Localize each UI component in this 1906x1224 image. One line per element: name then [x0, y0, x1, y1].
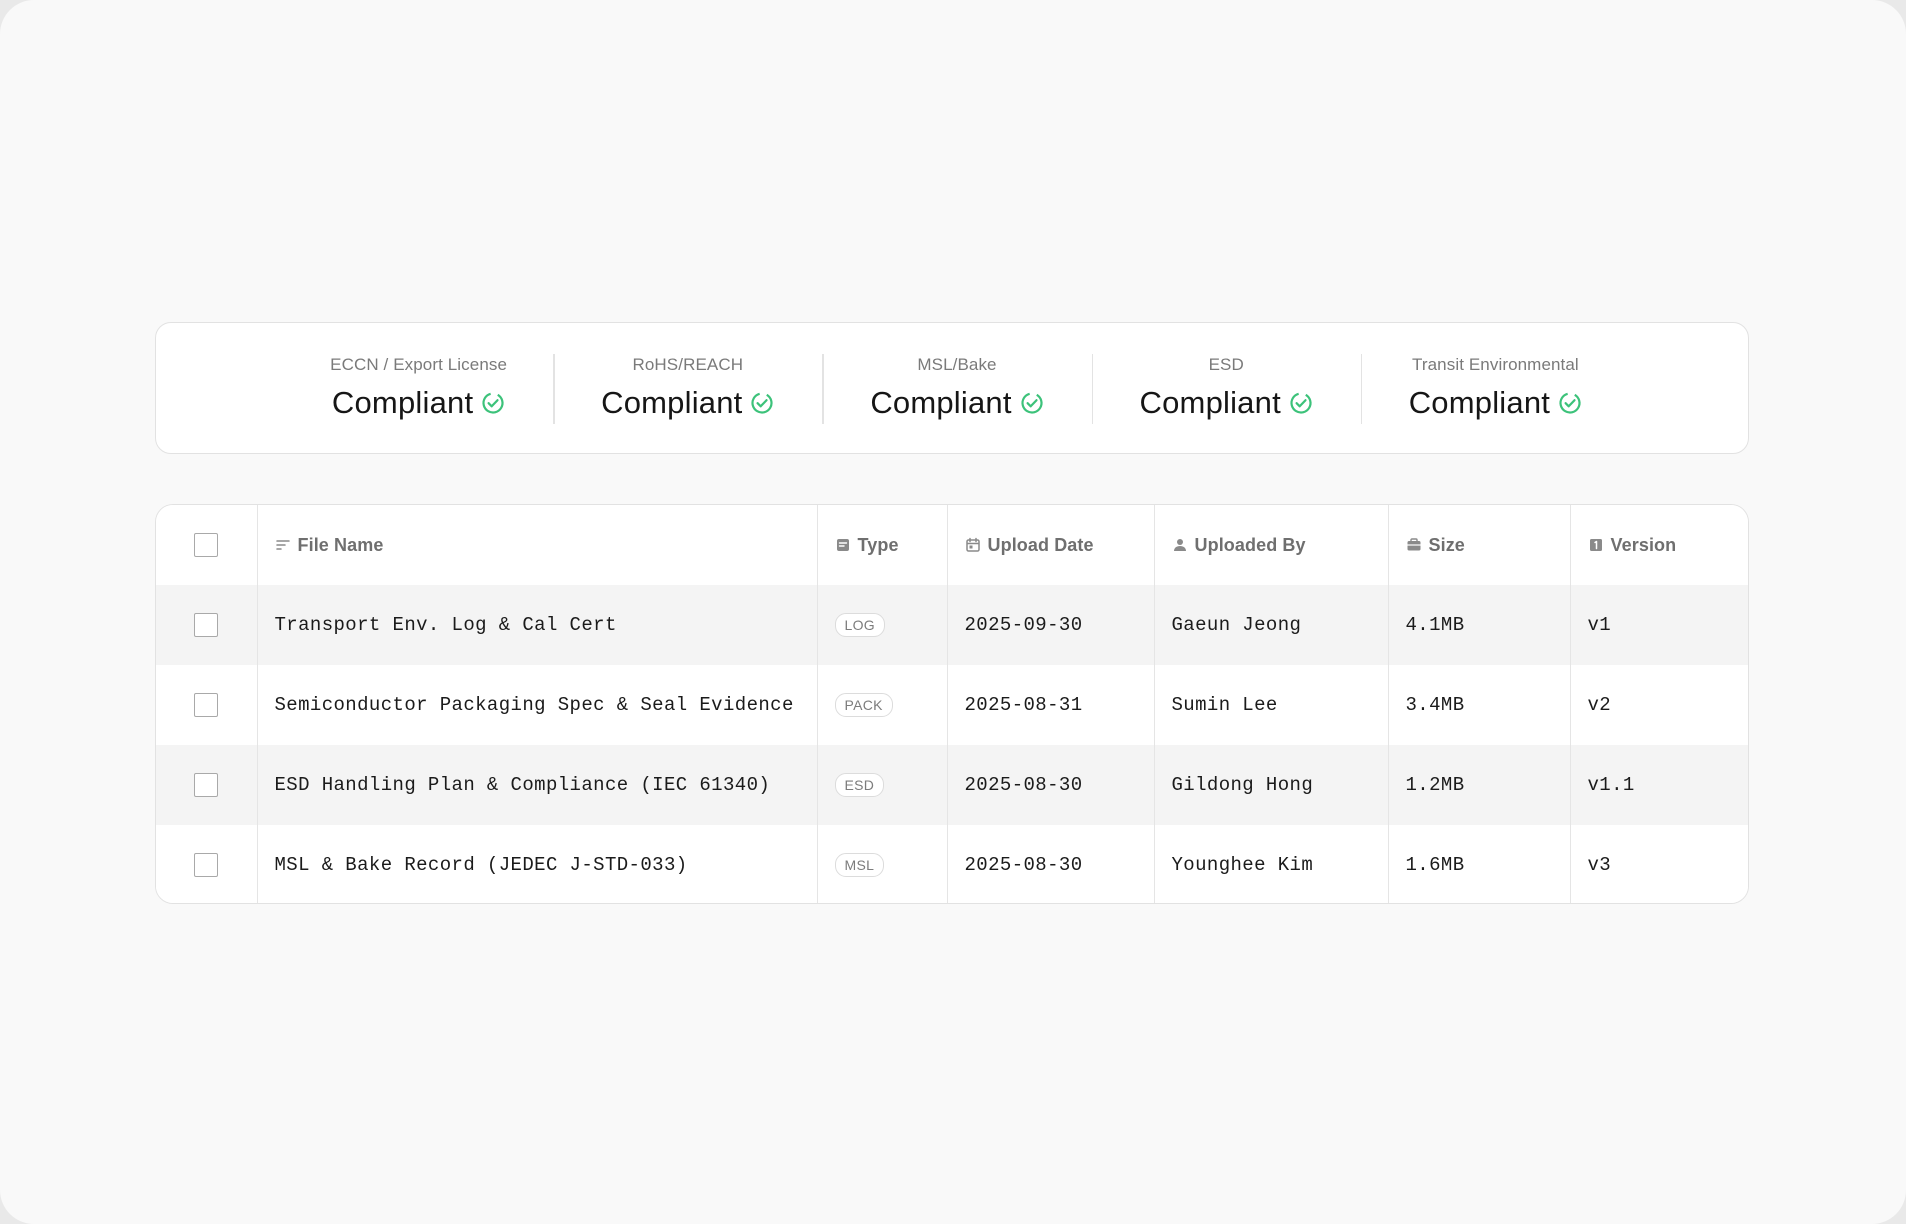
- check-circle-icon: [482, 392, 504, 414]
- size-cell: 1.6MB: [1388, 825, 1571, 903]
- type-cell: ESD: [817, 745, 948, 825]
- row-checkbox[interactable]: [194, 693, 219, 717]
- header-uploaded-by[interactable]: Uploaded By: [1154, 505, 1389, 585]
- header-version[interactable]: Version: [1570, 505, 1748, 585]
- version-cell: v3: [1587, 854, 1612, 876]
- upload-date-cell: 2025-08-30: [947, 745, 1155, 825]
- type-badge: MSL: [834, 853, 885, 877]
- type-cell: PACK: [817, 665, 948, 745]
- row-checkbox[interactable]: [194, 773, 219, 797]
- file-name-cell[interactable]: Semiconductor Packaging Spec & Seal Evid…: [257, 665, 818, 745]
- file-name-cell[interactable]: Transport Env. Log & Cal Cert: [257, 585, 818, 665]
- summary-status: Compliant: [870, 385, 1043, 421]
- summary-value: Compliant: [1408, 385, 1551, 420]
- table-row[interactable]: Transport Env. Log & Cal Cert LOG 2025-0…: [156, 585, 1748, 665]
- row-checkbox[interactable]: [194, 613, 219, 637]
- type-badge: LOG: [834, 613, 885, 637]
- size-cell: 4.1MB: [1388, 585, 1571, 665]
- table-row[interactable]: ESD Handling Plan & Compliance (IEC 6134…: [156, 745, 1748, 825]
- header-label: Type: [857, 534, 899, 555]
- sort-lines-icon: [275, 540, 290, 550]
- header-type[interactable]: Type: [817, 505, 948, 585]
- check-circle-icon: [751, 392, 774, 414]
- documents-table: File Name Type Upload Date Uploaded By S…: [156, 505, 1748, 903]
- summary-value: Compliant: [601, 385, 743, 420]
- summary-item-msl-bake: MSL/Bake Compliant: [822, 352, 1091, 424]
- version-cell: v2: [1587, 694, 1612, 716]
- version-number-icon: [1589, 539, 1602, 551]
- version-cell: v1.1: [1587, 774, 1635, 796]
- table-row[interactable]: Semiconductor Packaging Spec & Seal Evid…: [156, 665, 1748, 745]
- header-label: Size: [1428, 534, 1465, 555]
- type-cell: LOG: [817, 585, 948, 665]
- summary-label: RoHS/REACH: [632, 355, 744, 374]
- uploaded-by-cell: Sumin Lee: [1154, 665, 1389, 745]
- summary-status: Compliant: [1140, 385, 1313, 421]
- size-cell: 3.4MB: [1388, 665, 1571, 745]
- uploaded-by-cell: Gaeun Jeong: [1154, 585, 1389, 665]
- row-select-cell: [156, 585, 258, 665]
- user-icon: [1173, 539, 1186, 551]
- table-header-row: File Name Type Upload Date Uploaded By S…: [156, 505, 1748, 585]
- type-badge: ESD: [834, 773, 885, 797]
- file-name-cell[interactable]: MSL & Bake Record (JEDEC J-STD-033): [257, 825, 818, 903]
- file-name-cell[interactable]: ESD Handling Plan & Compliance (IEC 6134…: [257, 745, 818, 825]
- upload-date-cell: 2025-08-31: [947, 665, 1155, 745]
- upload-date-cell: 2025-08-30: [947, 825, 1155, 903]
- upload-date-cell: 2025-09-30: [947, 585, 1155, 665]
- header-label: Uploaded By: [1194, 534, 1306, 555]
- type-badge: PACK: [834, 693, 893, 717]
- table-row[interactable]: MSL & Bake Record (JEDEC J-STD-033) MSL …: [156, 825, 1748, 903]
- app-canvas: ECCN / Export License Compliant RoHS/REA…: [0, 0, 1906, 1224]
- check-circle-icon: [1290, 392, 1312, 414]
- select-all-checkbox[interactable]: [194, 533, 219, 557]
- summary-label: ESD: [1208, 355, 1244, 374]
- summary-value: Compliant: [331, 385, 474, 420]
- summary-item-transit-environmental: Transit Environmental Compliant: [1360, 352, 1630, 424]
- version-cell: v1: [1587, 614, 1612, 636]
- compliance-summary-card: ECCN / Export License Compliant RoHS/REA…: [155, 322, 1749, 454]
- summary-value: Compliant: [870, 385, 1012, 420]
- row-checkbox[interactable]: [194, 853, 219, 877]
- summary-label: Transit Environmental: [1412, 355, 1579, 374]
- summary-label: ECCN / Export License: [330, 355, 508, 374]
- size-cell: 1.2MB: [1388, 745, 1571, 825]
- row-select-cell: [156, 745, 258, 825]
- header-file-name[interactable]: File Name: [257, 505, 818, 585]
- header-size[interactable]: Size: [1388, 505, 1571, 585]
- calendar-icon: [965, 537, 980, 552]
- summary-label: MSL/Bake: [917, 355, 997, 374]
- summary-status: Compliant: [1409, 385, 1582, 421]
- summary-item-rohs-reach: RoHS/REACH Compliant: [553, 352, 822, 424]
- tag-doc-icon: [836, 539, 849, 551]
- summary-item-esd: ESD Compliant: [1091, 352, 1361, 424]
- row-select-cell: [156, 665, 258, 745]
- header-select-cell: [156, 505, 258, 585]
- uploaded-by-cell: Younghee Kim: [1154, 825, 1389, 903]
- summary-status: Compliant: [332, 385, 505, 421]
- header-label: Upload Date: [987, 534, 1094, 555]
- header-label: Version: [1610, 534, 1677, 555]
- storage-box-icon: [1407, 538, 1420, 551]
- row-select-cell: [156, 825, 258, 903]
- header-upload-date[interactable]: Upload Date: [947, 505, 1155, 585]
- summary-item-eccn: ECCN / Export License Compliant: [284, 352, 553, 424]
- documents-table-card: File Name Type Upload Date Uploaded By S…: [155, 504, 1749, 904]
- check-circle-icon: [1559, 392, 1581, 414]
- summary-value: Compliant: [1139, 385, 1281, 420]
- uploaded-by-cell: Gildong Hong: [1154, 745, 1389, 825]
- type-cell: MSL: [817, 825, 948, 903]
- summary-status: Compliant: [601, 385, 774, 421]
- check-circle-icon: [1021, 392, 1043, 414]
- header-label: File Name: [297, 534, 384, 555]
